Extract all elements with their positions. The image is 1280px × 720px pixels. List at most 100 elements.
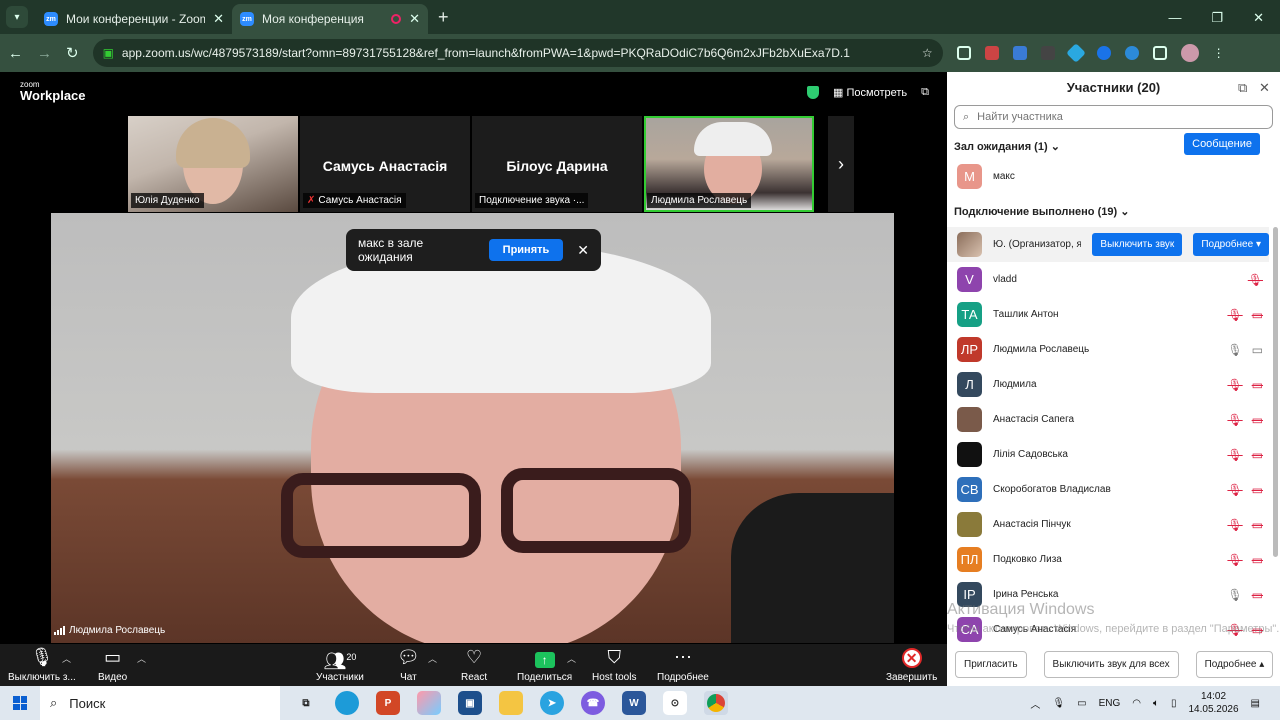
participant-row[interactable]: Лілія Садовська 🎙︎ ▭ bbox=[947, 437, 1269, 472]
save-icon[interactable]: ▣ bbox=[458, 691, 482, 715]
extension-icon[interactable] bbox=[1065, 43, 1086, 63]
camera-off-icon[interactable]: ▭ bbox=[1252, 413, 1263, 427]
host-tools-button[interactable]: ⛉ Host tools bbox=[592, 648, 636, 683]
panel-more-button[interactable]: Подробнее ▴ bbox=[1195, 650, 1274, 678]
reload-button[interactable]: ↻ bbox=[66, 44, 79, 62]
minimize-button[interactable]: — bbox=[1168, 10, 1181, 26]
invite-button[interactable]: Пригласить bbox=[955, 650, 1027, 678]
admit-button[interactable]: Принять bbox=[488, 239, 564, 261]
mic-on-icon[interactable]: 🎙︎ bbox=[1227, 343, 1242, 357]
puzzle-icon[interactable] bbox=[1152, 46, 1167, 60]
close-tab-icon[interactable]: ✕ bbox=[213, 11, 224, 27]
battery-icon[interactable]: ▭ bbox=[1077, 698, 1086, 709]
mic-muted-icon[interactable]: 🎙︎ bbox=[1227, 483, 1242, 497]
task-view-icon[interactable]: ⧉ bbox=[294, 691, 318, 715]
camera-off-icon[interactable]: ▭ bbox=[1252, 553, 1263, 567]
app-icon[interactable]: ⊙ bbox=[663, 691, 687, 715]
close-tab-icon[interactable]: ✕ bbox=[409, 11, 420, 27]
video-tile[interactable]: Самусь Анастасія ✗ Самусь Анастасія bbox=[300, 116, 470, 212]
participant-row[interactable]: ТА Ташлик Антон 🎙︎ ▭ bbox=[947, 297, 1269, 332]
scrollbar[interactable] bbox=[1273, 227, 1278, 557]
participant-row[interactable]: Vvladd 🎙︎ bbox=[947, 262, 1269, 297]
participant-row[interactable]: Анастасія Сапега 🎙︎ ▭ bbox=[947, 402, 1269, 437]
video-button[interactable]: ▭ Видео bbox=[98, 648, 127, 683]
mute-options-caret[interactable]: ︿ bbox=[62, 652, 71, 665]
more-button[interactable]: ⋯ Подробнее bbox=[657, 648, 709, 683]
viber-icon[interactable]: ☎ bbox=[581, 691, 605, 715]
profile-avatar[interactable] bbox=[1180, 44, 1199, 62]
chat-options-caret[interactable]: ︿ bbox=[428, 652, 437, 665]
participant-row[interactable]: ЛР Людмила Рославець 🎙︎ ▭ bbox=[947, 332, 1269, 367]
chrome-icon[interactable] bbox=[704, 691, 728, 715]
translate-icon[interactable] bbox=[1012, 46, 1027, 60]
search-input[interactable] bbox=[977, 111, 1264, 123]
extension-icon[interactable] bbox=[1040, 46, 1055, 60]
mic-on-icon[interactable]: 🎙︎ bbox=[1227, 588, 1242, 602]
mute-all-button[interactable]: Выключить звук для всех bbox=[1043, 650, 1179, 678]
wifi-icon[interactable]: ◠ bbox=[1132, 698, 1141, 709]
participant-row[interactable]: ПЛ Подковко Лиза 🎙︎ ▭ bbox=[947, 542, 1269, 577]
participant-row[interactable]: СВ Скоробогатов Владислав 🎙︎ ▭ bbox=[947, 472, 1269, 507]
tab-my-conference[interactable]: zm Моя конференция ✕ bbox=[232, 4, 428, 34]
menu-icon[interactable]: ⋮ bbox=[1213, 46, 1225, 60]
mic-muted-icon[interactable]: 🎙︎ bbox=[1227, 553, 1242, 567]
volume-icon[interactable]: 🔈︎ bbox=[1153, 698, 1159, 709]
participant-search[interactable]: ⌕ bbox=[954, 105, 1273, 129]
taskbar-search[interactable]: ⌕ Поиск bbox=[40, 686, 280, 720]
fullscreen-icon[interactable]: ⧉ bbox=[921, 86, 929, 99]
react-button[interactable]: ♡ React bbox=[461, 648, 487, 683]
telegram-icon[interactable]: ➤ bbox=[540, 691, 564, 715]
waiting-participant-row[interactable]: М макс bbox=[947, 159, 1269, 194]
edge-icon[interactable] bbox=[1124, 46, 1139, 60]
close-icon[interactable]: ✕ bbox=[1259, 80, 1270, 96]
view-button[interactable]: ▦ Посмотреть bbox=[833, 86, 907, 99]
forward-button[interactable]: → bbox=[37, 45, 52, 62]
notifications-icon[interactable]: ▤ bbox=[1251, 698, 1260, 709]
language-indicator[interactable]: ENG bbox=[1099, 698, 1121, 709]
close-icon[interactable]: ✕ bbox=[577, 242, 589, 259]
copilot-icon[interactable] bbox=[417, 691, 441, 715]
start-button[interactable] bbox=[0, 696, 40, 710]
end-meeting-button[interactable]: ✕ Завершить bbox=[886, 648, 937, 683]
extension-icon[interactable] bbox=[984, 46, 999, 60]
clock[interactable]: 14:02 14.05.2026 bbox=[1188, 690, 1238, 716]
popout-icon[interactable]: ⧉ bbox=[1238, 80, 1247, 96]
chat-button[interactable]: 💬︎ Чат bbox=[397, 648, 420, 683]
participants-button[interactable]: 👥︎20 Участники bbox=[316, 648, 364, 683]
video-tile[interactable]: Білоус Дарина Подключение звука ·... bbox=[472, 116, 642, 212]
mic-icon[interactable]: 🎙︎ bbox=[1052, 698, 1065, 709]
tray-chevron-icon[interactable]: ︿ bbox=[1030, 696, 1040, 711]
camera-off-icon[interactable]: ▭ bbox=[1252, 308, 1263, 322]
camera-off-icon[interactable]: ▭ bbox=[1252, 483, 1263, 497]
close-window-button[interactable]: ✕ bbox=[1253, 10, 1264, 26]
back-button[interactable]: ← bbox=[8, 45, 23, 62]
host-row[interactable]: Ю. (Организатор, я) Выключить звук Подро… bbox=[947, 227, 1269, 262]
camera-off-icon[interactable]: ▭ bbox=[1252, 518, 1263, 532]
chevron-right-icon[interactable]: › bbox=[828, 116, 854, 212]
video-tile[interactable]: Юлія Дуденко bbox=[128, 116, 298, 212]
mute-participant-button[interactable]: Выключить звук bbox=[1092, 233, 1183, 256]
word-icon[interactable]: W bbox=[622, 691, 646, 715]
mic-muted-icon[interactable]: 🎙︎ bbox=[1227, 413, 1242, 427]
camera-off-icon[interactable]: ▭ bbox=[1252, 588, 1263, 602]
mic-muted-icon[interactable]: 🎙︎ bbox=[1248, 273, 1263, 287]
mic-muted-icon[interactable]: 🎙︎ bbox=[1227, 378, 1242, 392]
message-button[interactable]: Сообщение bbox=[1184, 133, 1260, 155]
participant-row[interactable]: Л Людмила 🎙︎ ▭ bbox=[947, 367, 1269, 402]
mic-muted-icon[interactable]: 🎙︎ bbox=[1227, 448, 1242, 462]
camera-off-icon[interactable]: ▭ bbox=[1252, 378, 1263, 392]
waiting-room-header[interactable]: Зал ожидания (1) ⌄ bbox=[954, 140, 1060, 153]
screenshot-icon[interactable] bbox=[956, 46, 971, 60]
mic-muted-icon[interactable]: 🎙︎ bbox=[1227, 308, 1242, 322]
video-options-caret[interactable]: ︿ bbox=[137, 652, 146, 665]
video-tile-active-speaker[interactable]: Людмила Рославець bbox=[644, 116, 814, 212]
share-button[interactable]: ↑ Поделиться bbox=[517, 652, 572, 683]
url-field[interactable]: ▣ app.zoom.us/wc/4879573189/start?omn=89… bbox=[92, 39, 943, 67]
camera-off-icon[interactable]: ▭ bbox=[1252, 448, 1263, 462]
new-tab-button[interactable]: + bbox=[438, 7, 449, 28]
tab-search-dropdown[interactable]: ▾ bbox=[6, 6, 28, 28]
connected-header[interactable]: Подключение выполнено (19) ⌄ bbox=[954, 205, 1129, 218]
file-explorer-icon[interactable] bbox=[499, 691, 523, 715]
bookmark-star-icon[interactable]: ☆ bbox=[922, 46, 933, 60]
edge-icon[interactable] bbox=[335, 691, 359, 715]
